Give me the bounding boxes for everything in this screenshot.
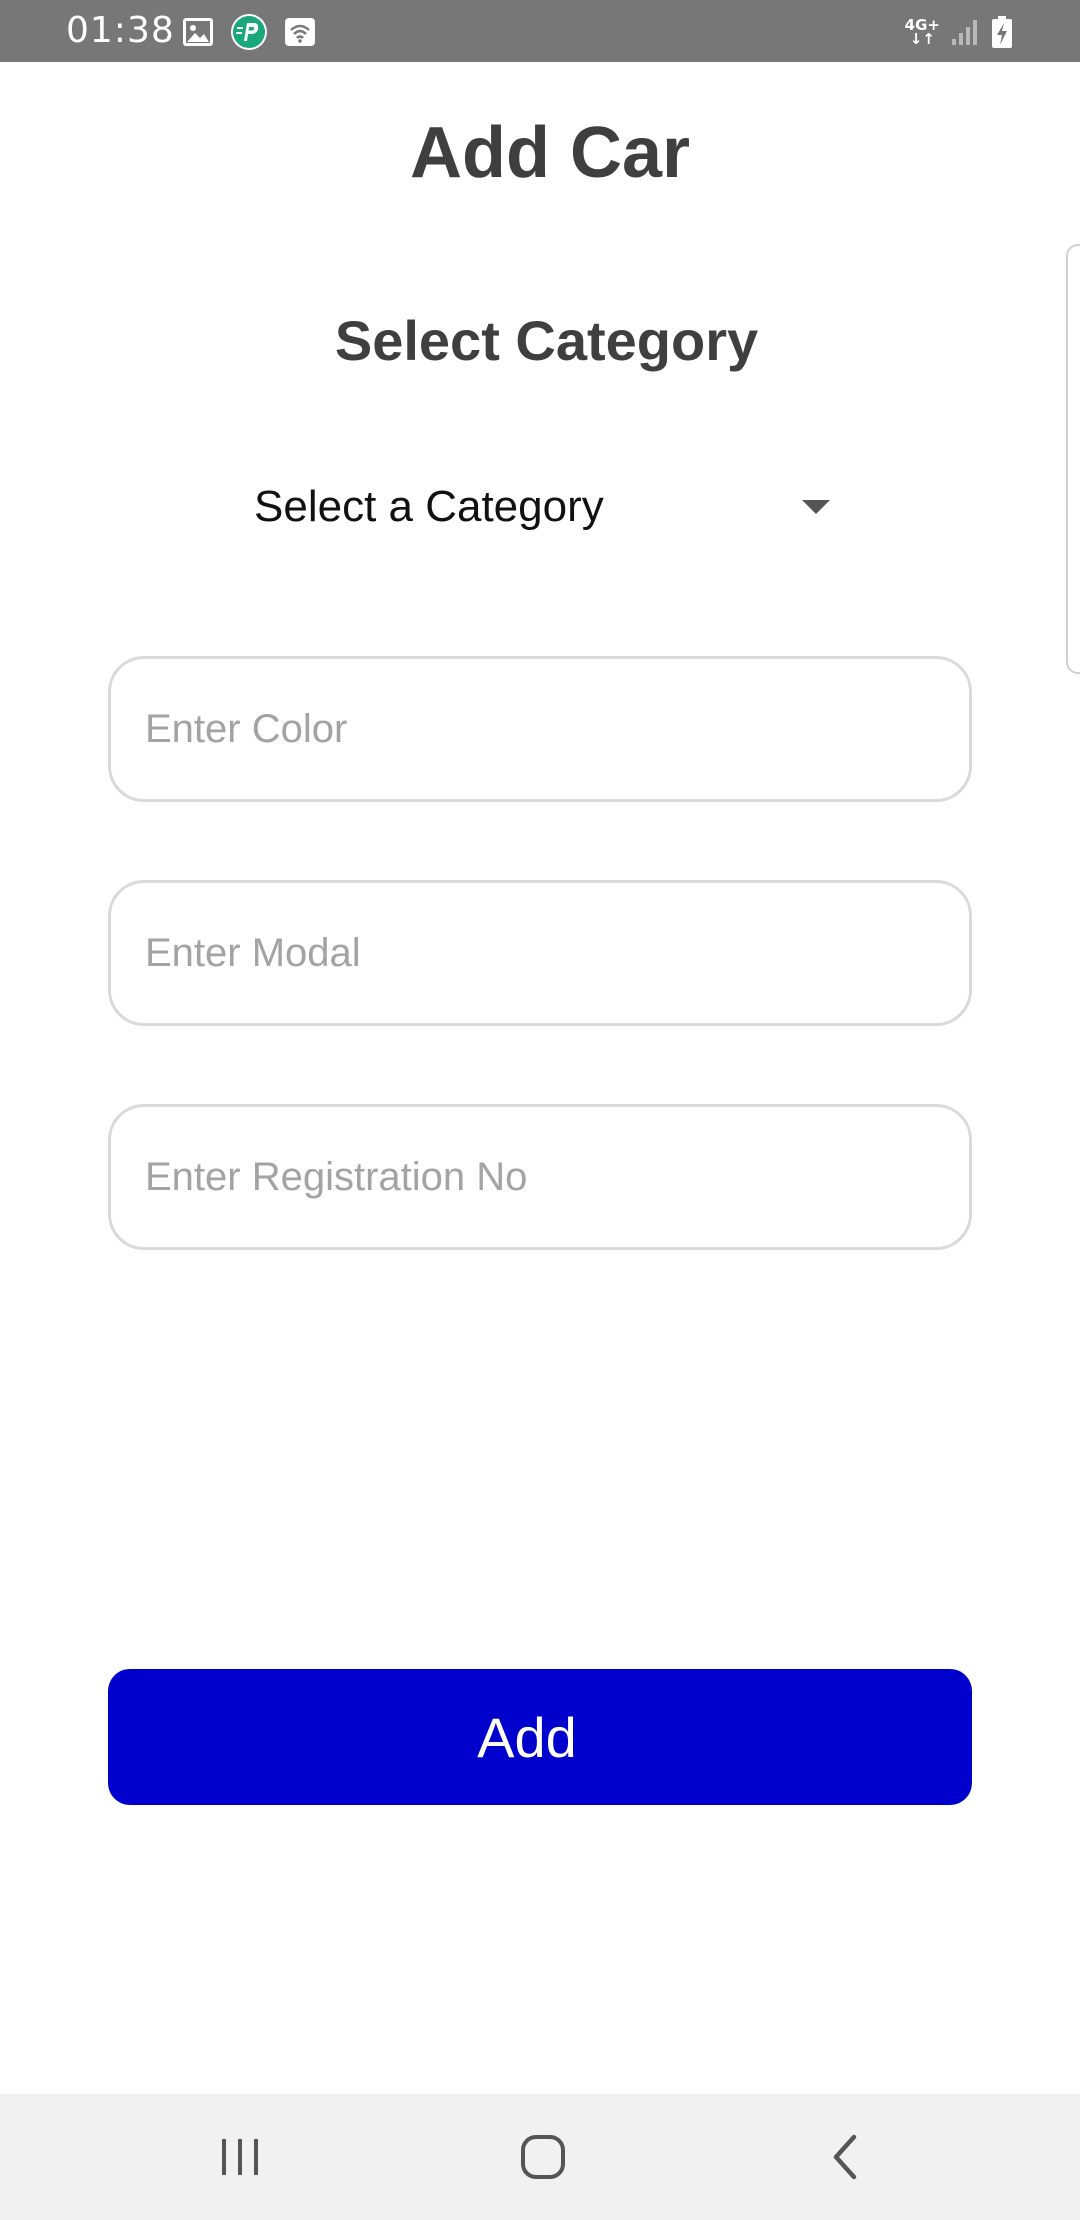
system-icons: 4G+ ↓↑: [905, 14, 1014, 50]
status-time: 01:38: [66, 10, 175, 51]
recent-apps-icon: [222, 2139, 258, 2175]
status-bar: 01:38 4G+ ↓↑: [0, 0, 1080, 62]
signal-icon: [950, 17, 980, 47]
back-button[interactable]: [796, 2122, 896, 2192]
registration-input[interactable]: [111, 1107, 969, 1247]
notification-icons: [182, 14, 316, 50]
data-arrows-icon: ↓↑: [909, 30, 935, 48]
network-type-icon: 4G+ ↓↑: [905, 18, 940, 48]
gallery-icon: [182, 17, 214, 47]
home-icon: [521, 2135, 565, 2179]
add-button[interactable]: Add: [108, 1669, 972, 1805]
navigation-bar: [0, 2094, 1080, 2220]
home-button[interactable]: [493, 2122, 593, 2192]
recent-apps-button[interactable]: [190, 2122, 290, 2192]
modal-input[interactable]: [111, 883, 969, 1023]
color-field[interactable]: [108, 656, 972, 802]
parking-app-icon: [230, 13, 268, 51]
battery-charging-icon: [990, 15, 1014, 49]
category-dropdown[interactable]: Select a Category: [250, 470, 830, 546]
modal-field[interactable]: [108, 880, 972, 1026]
category-section-title: Select Category: [334, 309, 759, 372]
category-dropdown-value: Select a Category: [254, 482, 604, 531]
back-icon: [833, 2134, 857, 2180]
registration-field[interactable]: [108, 1104, 972, 1250]
dropdown-caret-icon: [802, 500, 830, 514]
color-input[interactable]: [111, 659, 969, 799]
page-title: Add Car: [409, 113, 691, 193]
wifi-calling-icon: [284, 17, 316, 47]
